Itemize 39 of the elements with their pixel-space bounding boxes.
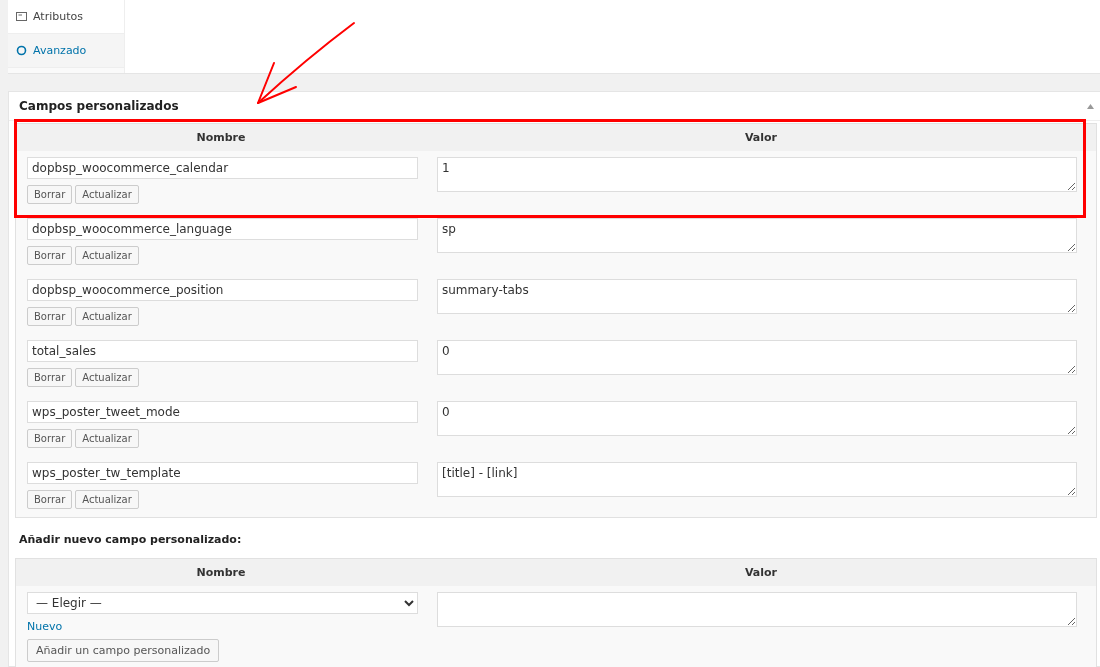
- list-icon: [16, 12, 27, 21]
- name-field[interactable]: wps_poster_tweet_mode: [27, 401, 418, 423]
- gear-icon: [16, 45, 27, 56]
- name-field[interactable]: total_sales: [27, 340, 418, 362]
- value-field[interactable]: sp: [437, 218, 1077, 253]
- name-field[interactable]: wps_poster_tw_template: [27, 462, 418, 484]
- section-title: Añadir nuevo campo personalizado:: [18, 532, 243, 548]
- value-field[interactable]: 1: [437, 157, 1077, 192]
- tab[interactable]: Atributos: [8, 0, 124, 34]
- delete-button[interactable]: Borrar: [27, 368, 73, 387]
- collapse-icon[interactable]: [1087, 103, 1094, 109]
- value-field[interactable]: [437, 592, 1077, 627]
- delete-button[interactable]: Borrar: [27, 185, 73, 204]
- update-button[interactable]: Actualizar: [75, 246, 139, 265]
- column-header: Valor: [743, 131, 779, 144]
- name-field[interactable]: dopbsp_woocommerce_language: [27, 218, 418, 240]
- value-field[interactable]: 0: [437, 340, 1077, 375]
- name-field[interactable]: dopbsp_woocommerce_calendar: [27, 157, 418, 179]
- delete-button[interactable]: Borrar: [27, 307, 73, 326]
- delete-button[interactable]: Borrar: [27, 490, 73, 509]
- value-field[interactable]: [title] - [link]: [437, 462, 1077, 497]
- update-button[interactable]: Actualizar: [75, 185, 139, 204]
- delete-button[interactable]: Borrar: [27, 246, 73, 265]
- column-header: Valor: [743, 566, 779, 579]
- update-button[interactable]: Actualizar: [75, 307, 139, 326]
- value-field[interactable]: 0: [437, 401, 1077, 436]
- update-button[interactable]: Actualizar: [75, 368, 139, 387]
- name-field[interactable]: dopbsp_woocommerce_position: [27, 279, 418, 301]
- add-field-button[interactable]: Añadir un campo personalizado: [27, 639, 220, 662]
- update-button[interactable]: Actualizar: [75, 490, 139, 509]
- update-button[interactable]: Actualizar: [75, 429, 139, 448]
- new-link[interactable]: Nuevo: [27, 620, 63, 633]
- column-header: Nombre: [195, 566, 247, 579]
- column-header: Nombre: [195, 131, 247, 144]
- tab[interactable]: Avanzado: [8, 34, 124, 68]
- delete-button[interactable]: Borrar: [27, 429, 73, 448]
- name-select[interactable]: — Elegir —: [27, 592, 418, 614]
- panel-title: Campos personalizados: [19, 99, 179, 113]
- value-field[interactable]: summary-tabs: [437, 279, 1077, 314]
